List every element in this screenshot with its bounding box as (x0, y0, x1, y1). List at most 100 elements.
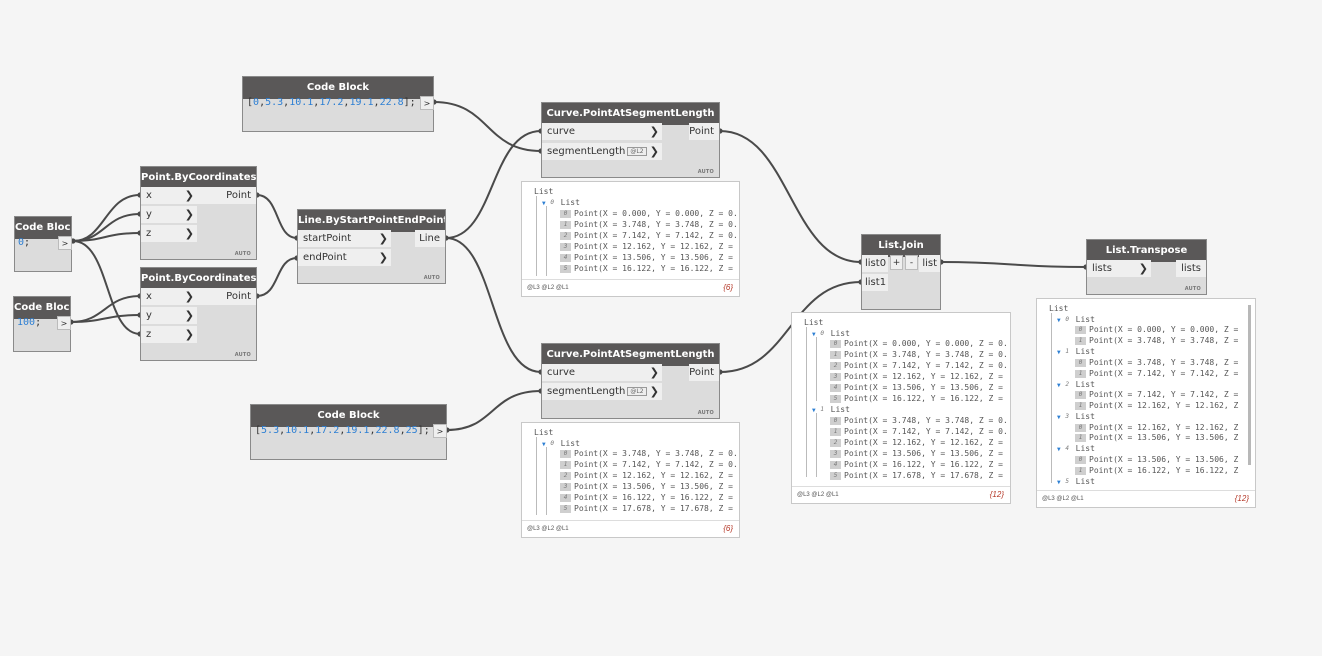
watch-preview-2[interactable]: List ▼ 0 List 0 Point(X = 3.748, Y = 3.748,… (521, 422, 740, 538)
collapse-triangle-icon[interactable]: ▼ (1057, 414, 1061, 421)
node-title[interactable]: Line.ByStartPointEndPoint (298, 210, 445, 232)
remove-input-button[interactable]: - (905, 255, 918, 270)
collapse-triangle-icon[interactable]: ▼ (1057, 446, 1061, 453)
list-item: 0 Point(X = 0.000, Y = 0.000, Z = 0. (560, 209, 738, 219)
input-port-segmentlength[interactable]: segmentLength @L2 ❯ (542, 383, 662, 400)
output-port[interactable]: > (57, 316, 71, 330)
input-port-startpoint[interactable]: startPoint ❯ (298, 230, 391, 247)
node-title[interactable]: Point.ByCoordinates (141, 167, 256, 189)
curve-point-at-segment-length-node-1[interactable]: Curve.PointAtSegmentLength curve ❯ segmen… (541, 102, 720, 178)
node-title[interactable]: Code Block (251, 405, 446, 427)
input-port-y[interactable]: y ❯ (141, 307, 197, 324)
port-arrow-icon: ❯ (378, 232, 388, 245)
code-text[interactable]: [5.3,10.1,17.2,19.1,22.8,25]; (255, 425, 430, 436)
list-item: 4 Point(X = 13.506, Y = 13.506, Z = (560, 253, 733, 263)
curve-point-at-segment-length-node-2[interactable]: Curve.PointAtSegmentLength curve ❯ segmen… (541, 343, 720, 419)
output-port-lists[interactable]: lists (1176, 260, 1206, 277)
output-port-line[interactable]: Line (415, 230, 445, 247)
input-port-x[interactable]: x ❯ (141, 187, 197, 204)
list-item[interactable]: ▼ 1 List (812, 405, 850, 415)
item-count: {6} (723, 524, 733, 533)
node-title[interactable]: Curve.PointAtSegmentLength (542, 344, 719, 366)
node-title[interactable]: Point.ByCoordinates (141, 268, 256, 290)
line-by-start-end-node[interactable]: Line.ByStartPointEndPoint startPoint ❯ en… (297, 209, 446, 284)
port-arrow-icon: ❯ (184, 227, 194, 240)
collapse-triangle-icon[interactable]: ▼ (1057, 479, 1061, 486)
input-port-curve[interactable]: curve ❯ (542, 123, 662, 140)
list-item[interactable]: ▼ 0 List (812, 329, 850, 339)
input-port-y[interactable]: y ❯ (141, 206, 197, 223)
list-item: 4 Point(X = 16.122, Y = 16.122, Z = (560, 493, 733, 503)
wire-cb100-to-y2 (70, 314, 141, 323)
point-by-coordinates-node-2[interactable]: Point.ByCoordinates x ❯ y ❯ z ❯ Point AUTO (140, 267, 257, 361)
input-port-x[interactable]: x ❯ (141, 288, 197, 305)
list-item[interactable]: ▼ 0 List (542, 198, 580, 208)
list-transpose-node[interactable]: List.Transpose lists ❯ lists AUTO (1086, 239, 1207, 295)
point-by-coordinates-node-1[interactable]: Point.ByCoordinates x ❯ y ❯ z ❯ Point AUTO (140, 166, 257, 260)
node-title[interactable]: Curve.PointAtSegmentLength (542, 103, 719, 125)
list-item[interactable]: ▼ 3 List (1057, 412, 1095, 422)
collapse-triangle-icon[interactable]: ▼ (1057, 317, 1061, 324)
list-item: 0 Point(X = 13.506, Y = 13.506, Z (1075, 455, 1238, 465)
code-block-node-bottom[interactable]: Code Block [5.3,10.1,17.2,19.1,22.8,25];… (250, 404, 447, 460)
list-item[interactable]: ▼ 0 List (542, 439, 580, 449)
node-title[interactable]: List.Transpose (1087, 240, 1206, 262)
code-text[interactable]: [0,5.3,10.1,17.2,19.1,22.8]; (247, 97, 416, 108)
item-count: {6} (723, 283, 733, 292)
input-port-curve[interactable]: curve ❯ (542, 364, 662, 381)
item-count: {12} (989, 490, 1004, 499)
code-text[interactable]: 100; (17, 317, 41, 328)
list-item: 2 Point(X = 12.162, Y = 12.162, Z = (560, 471, 733, 481)
node-title[interactable]: List.Join (862, 235, 940, 257)
output-port[interactable]: > (58, 236, 72, 250)
list-item[interactable]: ▼ 2 List (1057, 380, 1095, 390)
list-item[interactable]: ▼ 1 List (1057, 347, 1095, 357)
input-port-endpoint[interactable]: endPoint ❯ (298, 249, 391, 266)
code-block-node-zero[interactable]: Code Block 0; > (14, 216, 72, 272)
watch-preview-join[interactable]: List ▼ 0 List 0 Point(X = 0.000, Y = 0.000,… (791, 312, 1011, 504)
lacing-label: AUTO (234, 352, 251, 358)
list-item: 2 Point(X = 7.142, Y = 7.142, Z = 0. (830, 361, 1008, 371)
port-arrow-icon: ❯ (184, 189, 194, 202)
output-port-list[interactable]: list (919, 255, 940, 272)
output-port[interactable]: > (420, 96, 434, 110)
input-port-z[interactable]: z ❯ (141, 225, 197, 242)
collapse-triangle-icon[interactable]: ▼ (1057, 349, 1061, 356)
collapse-triangle-icon[interactable]: ▼ (1057, 382, 1061, 389)
lacing-label: AUTO (234, 251, 251, 257)
list-item: 0 Point(X = 0.000, Y = 0.000, Z = (1075, 325, 1238, 335)
code-block-node-top[interactable]: Code Block [0,5.3,10.1,17.2,19.1,22.8]; … (242, 76, 434, 132)
input-port-list1[interactable]: list1 (862, 274, 888, 291)
preview-scrollbar[interactable] (1248, 305, 1251, 465)
code-text[interactable]: 0; (18, 237, 30, 248)
add-input-button[interactable]: + (890, 255, 903, 270)
port-arrow-icon: ❯ (1138, 262, 1148, 275)
input-port-segmentlength[interactable]: segmentLength @L2 ❯ (542, 143, 662, 160)
code-block-node-hundred[interactable]: Code Block 100; > (13, 296, 71, 352)
input-port-z[interactable]: z ❯ (141, 326, 197, 343)
level-selector[interactable]: @L2 (627, 146, 647, 156)
output-port-point[interactable]: Point (196, 187, 256, 204)
watch-preview-1[interactable]: List ▼ 0 List 0 Point(X = 0.000, Y = 0.000,… (521, 181, 740, 297)
output-port[interactable]: > (433, 424, 447, 438)
output-port-point[interactable]: Point (689, 123, 719, 140)
wire-cbtop-to-seg1 (433, 101, 542, 152)
list-item[interactable]: ▼ 4 List (1057, 444, 1095, 454)
port-arrow-icon: ❯ (649, 145, 659, 158)
input-port-list0[interactable]: list0 (862, 255, 888, 272)
list-item: 5 Point(X = 16.122, Y = 16.122, Z = (830, 394, 1003, 404)
output-port-point[interactable]: Point (689, 364, 719, 381)
input-port-lists[interactable]: lists ❯ (1087, 260, 1151, 277)
preview-footer: @L3 @L2 @L1 {12} (1037, 490, 1255, 507)
list-item[interactable]: ▼ 5 List (1057, 477, 1095, 487)
list-item: 1 Point(X = 3.748, Y = 3.748, Z = 0. (560, 220, 738, 230)
list-item[interactable]: ▼ 0 List (1057, 315, 1095, 325)
output-port-point[interactable]: Point (196, 288, 256, 305)
list-item: 3 Point(X = 13.506, Y = 13.506, Z = (560, 482, 733, 492)
level-selector[interactable]: @L2 (627, 386, 647, 396)
watch-preview-transpose[interactable]: List ▼ 0 List 0 Point(X = 0.000, Y = 0.000,… (1036, 298, 1256, 508)
port-arrow-icon: ❯ (649, 385, 659, 398)
list-item: 2 Point(X = 7.142, Y = 7.142, Z = 0. (560, 231, 738, 241)
list-join-node[interactable]: List.Join list0 + - list1 list (861, 234, 941, 310)
node-title[interactable]: Code Block (243, 77, 433, 99)
